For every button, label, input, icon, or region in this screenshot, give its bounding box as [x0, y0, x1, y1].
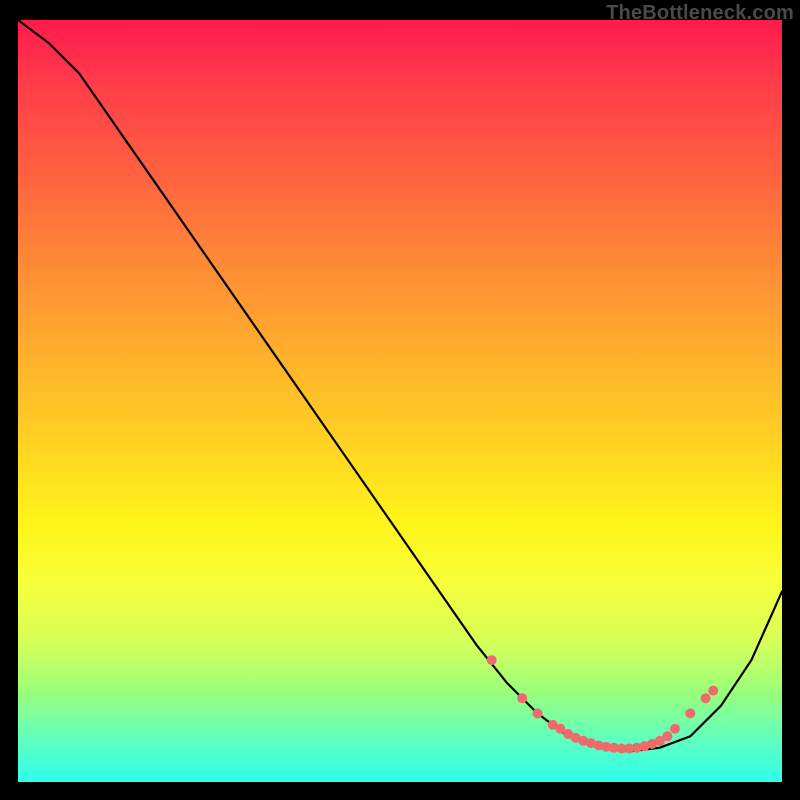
bottleneck-curve: [18, 20, 782, 752]
chart-frame: TheBottleneck.com: [0, 0, 800, 800]
marker-dot: [487, 655, 497, 665]
marker-dot: [533, 708, 543, 718]
curve-layer: [18, 20, 782, 752]
chart-svg: [0, 0, 800, 800]
marker-dot: [708, 686, 718, 696]
marker-dot: [662, 731, 672, 741]
marker-dot: [701, 693, 711, 703]
marker-dot: [517, 693, 527, 703]
watermark-text: TheBottleneck.com: [606, 2, 794, 25]
marker-dot: [685, 708, 695, 718]
marker-dot: [670, 724, 680, 734]
